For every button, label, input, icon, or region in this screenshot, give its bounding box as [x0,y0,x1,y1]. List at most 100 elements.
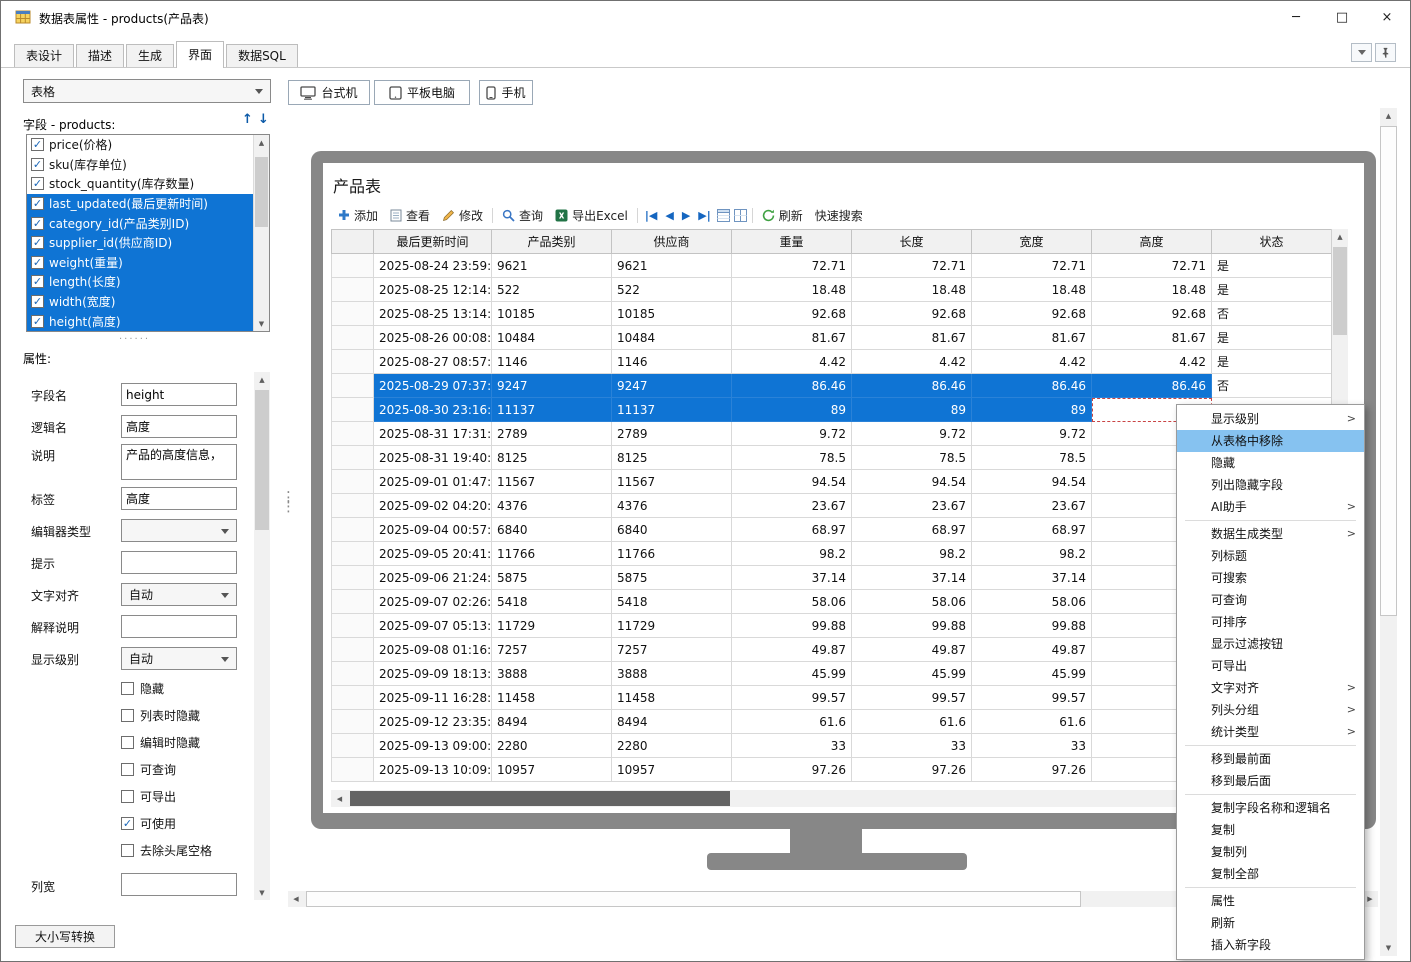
table-cell[interactable]: 9.72 [732,422,852,446]
checkbox-icon[interactable]: ✓ [31,315,44,328]
table-cell[interactable]: 89 [972,398,1092,422]
field-list-item[interactable]: ✓height(高度) [27,311,253,331]
field-list-item[interactable]: ✓price(价格) [27,135,253,155]
scroll-up-button[interactable]: ▲ [254,135,269,150]
menu-item[interactable]: 移到最后面 [1177,770,1364,792]
field-list-item[interactable]: ✓stock_quantity(库存数量) [27,174,253,194]
checkbox-icon[interactable] [121,682,134,695]
table-cell[interactable]: 8125 [612,446,732,470]
table-cell[interactable]: 5875 [612,566,732,590]
checkbox-icon[interactable]: ✓ [31,197,44,210]
table-cell[interactable]: 2025-08-27 08:57:5 [374,350,492,374]
scroll-left-button[interactable]: ◀ [288,891,304,907]
scrollbar-thumb[interactable] [255,157,268,227]
tab-3[interactable]: 生成 [126,44,174,67]
checkbox-icon[interactable]: ✓ [31,217,44,230]
table-cell[interactable]: 2025-09-11 16:28:3 [374,686,492,710]
checkbox-icon[interactable]: ✓ [31,256,44,269]
column-width-input[interactable] [121,873,237,896]
maximize-button[interactable]: □ [1320,1,1364,33]
table-cell[interactable]: 58.06 [852,590,972,614]
table-cell[interactable]: 99.88 [972,614,1092,638]
table-cell[interactable]: 61.6 [852,710,972,734]
table-cell[interactable]: 72.71 [852,254,972,278]
table-cell[interactable]: 92.68 [852,302,972,326]
collapse-button[interactable] [1351,43,1372,62]
table-cell[interactable]: 97.26 [732,758,852,782]
column-header[interactable]: 宽度 [972,230,1092,254]
column-header[interactable]: 高度 [1092,230,1212,254]
table-cell[interactable]: 2025-08-24 23:59:0 [374,254,492,278]
table-cell[interactable]: 9247 [612,374,732,398]
table-cell[interactable]: 11567 [492,470,612,494]
table-cell[interactable]: 是 [1212,350,1332,374]
table-cell[interactable]: 2025-09-07 02:26:1 [374,590,492,614]
checkbox-icon[interactable] [121,709,134,722]
table-cell[interactable]: 99.88 [732,614,852,638]
table-cell[interactable]: 49.87 [972,638,1092,662]
table-cell[interactable]: 33 [852,734,972,758]
menu-item[interactable]: 可导出 [1177,655,1364,677]
checkbox-icon[interactable] [121,736,134,749]
table-row[interactable]: 2025-08-27 08:57:5114611464.424.424.424.… [332,350,1332,374]
refresh-button[interactable]: 刷新 [756,204,809,226]
table-cell[interactable]: 2025-08-31 19:40:1 [374,446,492,470]
table-cell[interactable]: 2025-09-01 01:47:4 [374,470,492,494]
property-checkbox-row[interactable]: 可导出 [121,783,269,810]
text-align-dropdown[interactable]: 自动 [121,583,237,606]
tab-4[interactable]: 界面 [176,41,224,68]
menu-item[interactable]: AI助手> [1177,496,1364,518]
table-cell[interactable]: 9621 [612,254,732,278]
field-list-item[interactable]: ✓width(宽度) [27,292,253,312]
checkbox-icon[interactable]: ✓ [31,236,44,249]
menu-item[interactable]: 文字对齐> [1177,677,1364,699]
table-cell[interactable]: 98.2 [972,542,1092,566]
table-cell[interactable]: 是 [1212,254,1332,278]
table-cell[interactable]: 7257 [612,638,732,662]
table-cell[interactable]: 9.72 [852,422,972,446]
table-cell[interactable]: 11766 [612,542,732,566]
table-cell[interactable]: 2025-09-04 00:57:2 [374,518,492,542]
checkbox-icon[interactable] [121,763,134,776]
tab-5[interactable]: 数据SQL [226,44,298,67]
table-cell[interactable]: 11567 [612,470,732,494]
table-cell[interactable]: 58.06 [732,590,852,614]
table-cell[interactable]: 3888 [612,662,732,686]
menu-item[interactable]: 复制 [1177,819,1364,841]
property-checkbox-row[interactable]: 编辑时隐藏 [121,729,269,756]
menu-item[interactable]: 可搜索 [1177,567,1364,589]
table-cell[interactable]: 37.14 [972,566,1092,590]
field-list-item[interactable]: ✓length(长度) [27,272,253,292]
table-cell[interactable]: 94.54 [732,470,852,494]
table-cell[interactable]: 2025-09-05 20:41:4 [374,542,492,566]
table-cell[interactable]: 2025-08-26 00:08:0 [374,326,492,350]
table-cell[interactable]: 2025-09-07 05:13:3 [374,614,492,638]
field-list-item[interactable]: ✓last_updated(最后更新时间) [27,194,253,214]
menu-item[interactable]: 复制列 [1177,841,1364,863]
modify-button[interactable]: 修改 [436,204,489,226]
close-icon[interactable]: × [1364,1,1410,33]
table-cell[interactable]: 2280 [492,734,612,758]
column-header[interactable]: 供应商 [612,230,732,254]
table-row[interactable]: 2025-08-24 23:59:09621962172.7172.7172.7… [332,254,1332,278]
table-cell[interactable]: 10957 [492,758,612,782]
table-cell[interactable]: 89 [732,398,852,422]
editor-type-dropdown[interactable] [121,519,237,542]
table-cell[interactable]: 86.46 [732,374,852,398]
quick-search-button[interactable]: 快速搜索 [809,204,869,226]
menu-item[interactable]: 显示过滤按钮 [1177,633,1364,655]
grid-view-icon[interactable] [717,209,730,222]
table-cell[interactable]: 89 [852,398,972,422]
field-name-input[interactable] [121,383,237,406]
menu-item[interactable]: 插入新字段 [1177,934,1364,956]
tab-2[interactable]: 描述 [76,44,124,67]
table-cell[interactable]: 81.67 [1092,326,1212,350]
table-cell[interactable]: 94.54 [852,470,972,494]
checkbox-icon[interactable] [121,844,134,857]
minimize-button[interactable]: ─ [1274,1,1318,33]
menu-item[interactable]: 复制字段名称和逻辑名 [1177,797,1364,819]
table-cell[interactable]: 81.67 [972,326,1092,350]
table-cell[interactable]: 否 [1212,302,1332,326]
property-checkbox-row[interactable]: ✓可使用 [121,810,269,837]
table-cell[interactable]: 37.14 [852,566,972,590]
